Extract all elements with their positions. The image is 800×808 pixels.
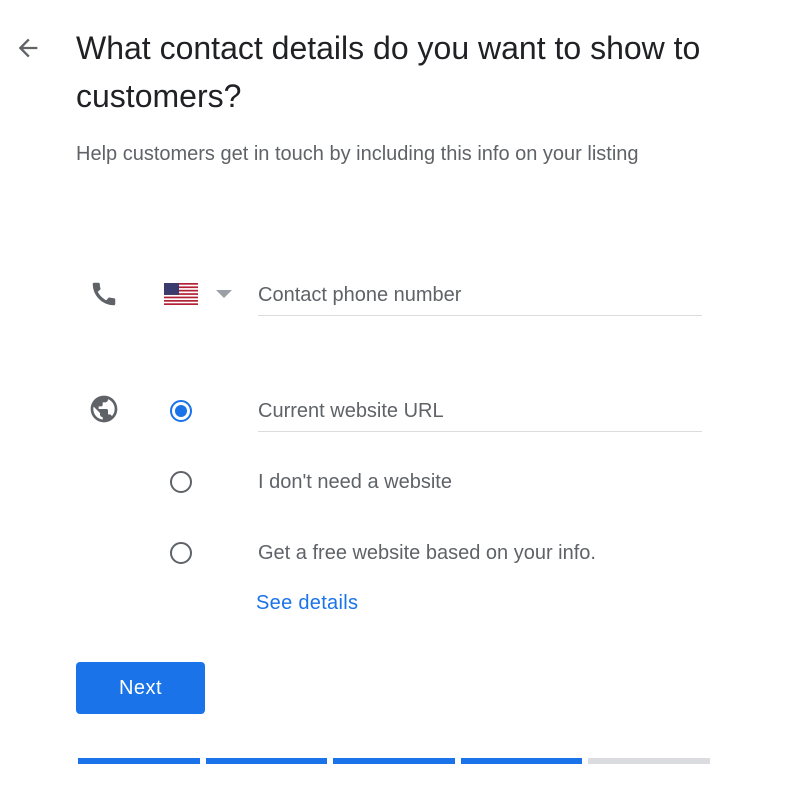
chevron-down-icon — [216, 290, 232, 298]
next-button[interactable]: Next — [76, 662, 205, 714]
radio-free-website-label[interactable]: Get a free website based on your info. — [258, 539, 596, 567]
phone-number-input[interactable] — [258, 276, 702, 316]
radio-no-website[interactable] — [165, 466, 197, 498]
page-subtitle: Help customers get in touch by including… — [76, 143, 639, 165]
country-code-select[interactable] — [160, 276, 240, 312]
website-url-input[interactable] — [258, 392, 702, 432]
radio-dot — [175, 405, 187, 417]
radio-no-website-label[interactable]: I don't need a website — [258, 468, 452, 496]
phone-icon — [88, 278, 120, 310]
arrow-back-icon — [18, 38, 38, 58]
radio-current-website[interactable] — [165, 395, 197, 427]
see-details-link[interactable]: See details — [256, 588, 358, 618]
progress-segment — [460, 758, 583, 764]
radio-ring — [170, 400, 192, 422]
progress-segment — [333, 758, 455, 764]
progress-bar — [78, 758, 710, 764]
radio-ring — [170, 542, 192, 564]
page-title: What contact details do you want to show… — [76, 30, 701, 114]
progress-segment — [588, 758, 710, 764]
progress-segment — [205, 758, 328, 764]
progress-segment — [78, 758, 200, 764]
radio-free-website[interactable] — [165, 537, 197, 569]
radio-ring — [170, 471, 192, 493]
back-button[interactable] — [8, 28, 48, 68]
us-flag-icon — [164, 283, 198, 305]
globe-icon — [88, 393, 120, 425]
